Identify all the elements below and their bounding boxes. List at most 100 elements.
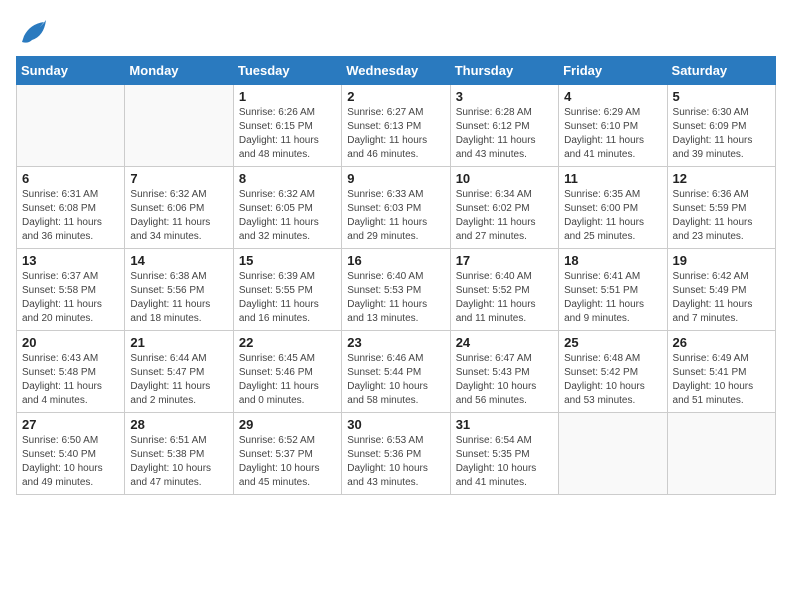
day-info: Sunrise: 6:26 AM Sunset: 6:15 PM Dayligh…	[239, 106, 336, 162]
day-header-monday: Monday	[125, 57, 233, 85]
calendar-cell: 7 Sunrise: 6:32 AM Sunset: 6:06 PM Daylig…	[125, 167, 233, 249]
calendar-cell	[559, 413, 667, 495]
day-header-wednesday: Wednesday	[342, 57, 450, 85]
day-number: 12	[673, 171, 770, 186]
logo-bird-icon	[16, 16, 48, 48]
logo	[16, 16, 52, 48]
day-header-sunday: Sunday	[17, 57, 125, 85]
day-info: Sunrise: 6:32 AM Sunset: 6:05 PM Dayligh…	[239, 188, 336, 244]
day-info: Sunrise: 6:28 AM Sunset: 6:12 PM Dayligh…	[456, 106, 553, 162]
day-number: 13	[22, 253, 119, 268]
day-number: 22	[239, 335, 336, 350]
day-number: 11	[564, 171, 661, 186]
calendar-cell: 27 Sunrise: 6:50 AM Sunset: 5:40 PM Dayli…	[17, 413, 125, 495]
day-info: Sunrise: 6:30 AM Sunset: 6:09 PM Dayligh…	[673, 106, 770, 162]
day-number: 17	[456, 253, 553, 268]
day-number: 29	[239, 417, 336, 432]
day-info: Sunrise: 6:35 AM Sunset: 6:00 PM Dayligh…	[564, 188, 661, 244]
day-info: Sunrise: 6:32 AM Sunset: 6:06 PM Dayligh…	[130, 188, 227, 244]
calendar-cell: 12 Sunrise: 6:36 AM Sunset: 5:59 PM Dayli…	[667, 167, 775, 249]
calendar-cell: 10Sunrise: 6:34 AM Sunset: 6:02 PM Dayli…	[450, 167, 558, 249]
day-info: Sunrise: 6:41 AM Sunset: 5:51 PM Dayligh…	[564, 270, 661, 326]
calendar-cell: 6 Sunrise: 6:31 AM Sunset: 6:08 PM Daylig…	[17, 167, 125, 249]
day-number: 18	[564, 253, 661, 268]
calendar-cell: 18 Sunrise: 6:41 AM Sunset: 5:51 PM Dayli…	[559, 249, 667, 331]
day-info: Sunrise: 6:40 AM Sunset: 5:53 PM Dayligh…	[347, 270, 444, 326]
day-info: Sunrise: 6:47 AM Sunset: 5:43 PM Dayligh…	[456, 352, 553, 408]
calendar-cell: 22 Sunrise: 6:45 AM Sunset: 5:46 PM Dayli…	[233, 331, 341, 413]
day-info: Sunrise: 6:48 AM Sunset: 5:42 PM Dayligh…	[564, 352, 661, 408]
day-info: Sunrise: 6:51 AM Sunset: 5:38 PM Dayligh…	[130, 434, 227, 490]
day-number: 6	[22, 171, 119, 186]
day-info: Sunrise: 6:31 AM Sunset: 6:08 PM Dayligh…	[22, 188, 119, 244]
day-header-tuesday: Tuesday	[233, 57, 341, 85]
calendar-cell: 31 Sunrise: 6:54 AM Sunset: 5:35 PM Dayli…	[450, 413, 558, 495]
calendar-cell: 17 Sunrise: 6:40 AM Sunset: 5:52 PM Dayli…	[450, 249, 558, 331]
calendar-cell: 30 Sunrise: 6:53 AM Sunset: 5:36 PM Dayli…	[342, 413, 450, 495]
calendar-cell: 4 Sunrise: 6:29 AM Sunset: 6:10 PM Daylig…	[559, 85, 667, 167]
day-info: Sunrise: 6:27 AM Sunset: 6:13 PM Dayligh…	[347, 106, 444, 162]
day-info: Sunrise: 6:36 AM Sunset: 5:59 PM Dayligh…	[673, 188, 770, 244]
day-number: 21	[130, 335, 227, 350]
day-number: 1	[239, 89, 336, 104]
day-info: Sunrise: 6:50 AM Sunset: 5:40 PM Dayligh…	[22, 434, 119, 490]
calendar-cell: 16 Sunrise: 6:40 AM Sunset: 5:53 PM Dayli…	[342, 249, 450, 331]
day-number: 28	[130, 417, 227, 432]
calendar-cell: 8 Sunrise: 6:32 AM Sunset: 6:05 PM Daylig…	[233, 167, 341, 249]
calendar-cell: 28 Sunrise: 6:51 AM Sunset: 5:38 PM Dayli…	[125, 413, 233, 495]
day-info: Sunrise: 6:54 AM Sunset: 5:35 PM Dayligh…	[456, 434, 553, 490]
day-number: 26	[673, 335, 770, 350]
calendar-cell: 26 Sunrise: 6:49 AM Sunset: 5:41 PM Dayli…	[667, 331, 775, 413]
calendar-cell: 15 Sunrise: 6:39 AM Sunset: 5:55 PM Dayli…	[233, 249, 341, 331]
day-number: 7	[130, 171, 227, 186]
day-info: Sunrise: 6:33 AM Sunset: 6:03 PM Dayligh…	[347, 188, 444, 244]
day-info: Sunrise: 6:42 AM Sunset: 5:49 PM Dayligh…	[673, 270, 770, 326]
day-number: 23	[347, 335, 444, 350]
day-number: 24	[456, 335, 553, 350]
day-number: 8	[239, 171, 336, 186]
calendar-cell: 3 Sunrise: 6:28 AM Sunset: 6:12 PM Daylig…	[450, 85, 558, 167]
calendar-cell: 2Sunrise: 6:27 AM Sunset: 6:13 PM Daylig…	[342, 85, 450, 167]
day-number: 14	[130, 253, 227, 268]
calendar-cell: 13 Sunrise: 6:37 AM Sunset: 5:58 PM Dayli…	[17, 249, 125, 331]
calendar-cell: 9 Sunrise: 6:33 AM Sunset: 6:03 PM Daylig…	[342, 167, 450, 249]
calendar-cell: 21Sunrise: 6:44 AM Sunset: 5:47 PM Dayli…	[125, 331, 233, 413]
day-number: 30	[347, 417, 444, 432]
day-number: 15	[239, 253, 336, 268]
day-number: 16	[347, 253, 444, 268]
calendar-cell: 23 Sunrise: 6:46 AM Sunset: 5:44 PM Dayli…	[342, 331, 450, 413]
day-info: Sunrise: 6:53 AM Sunset: 5:36 PM Dayligh…	[347, 434, 444, 490]
day-number: 20	[22, 335, 119, 350]
day-info: Sunrise: 6:49 AM Sunset: 5:41 PM Dayligh…	[673, 352, 770, 408]
day-info: Sunrise: 6:38 AM Sunset: 5:56 PM Dayligh…	[130, 270, 227, 326]
calendar-cell	[17, 85, 125, 167]
day-info: Sunrise: 6:40 AM Sunset: 5:52 PM Dayligh…	[456, 270, 553, 326]
calendar-cell	[125, 85, 233, 167]
calendar-cell: 5 Sunrise: 6:30 AM Sunset: 6:09 PM Daylig…	[667, 85, 775, 167]
day-info: Sunrise: 6:34 AM Sunset: 6:02 PM Dayligh…	[456, 188, 553, 244]
day-info: Sunrise: 6:39 AM Sunset: 5:55 PM Dayligh…	[239, 270, 336, 326]
calendar-cell: 19 Sunrise: 6:42 AM Sunset: 5:49 PM Dayli…	[667, 249, 775, 331]
day-header-saturday: Saturday	[667, 57, 775, 85]
day-number: 19	[673, 253, 770, 268]
day-info: Sunrise: 6:43 AM Sunset: 5:48 PM Dayligh…	[22, 352, 119, 408]
page-header	[16, 16, 776, 48]
calendar-cell: 1 Sunrise: 6:26 AM Sunset: 6:15 PM Daylig…	[233, 85, 341, 167]
day-number: 25	[564, 335, 661, 350]
calendar-table: SundayMondayTuesdayWednesdayThursdayFrid…	[16, 56, 776, 495]
day-info: Sunrise: 6:37 AM Sunset: 5:58 PM Dayligh…	[22, 270, 119, 326]
day-header-thursday: Thursday	[450, 57, 558, 85]
day-number: 4	[564, 89, 661, 104]
calendar-cell: 25 Sunrise: 6:48 AM Sunset: 5:42 PM Dayli…	[559, 331, 667, 413]
day-number: 27	[22, 417, 119, 432]
day-number: 5	[673, 89, 770, 104]
day-number: 9	[347, 171, 444, 186]
day-info: Sunrise: 6:52 AM Sunset: 5:37 PM Dayligh…	[239, 434, 336, 490]
day-info: Sunrise: 6:46 AM Sunset: 5:44 PM Dayligh…	[347, 352, 444, 408]
day-info: Sunrise: 6:29 AM Sunset: 6:10 PM Dayligh…	[564, 106, 661, 162]
calendar-cell: 14 Sunrise: 6:38 AM Sunset: 5:56 PM Dayli…	[125, 249, 233, 331]
day-info: Sunrise: 6:45 AM Sunset: 5:46 PM Dayligh…	[239, 352, 336, 408]
day-number: 3	[456, 89, 553, 104]
day-number: 31	[456, 417, 553, 432]
calendar-cell: 20 Sunrise: 6:43 AM Sunset: 5:48 PM Dayli…	[17, 331, 125, 413]
